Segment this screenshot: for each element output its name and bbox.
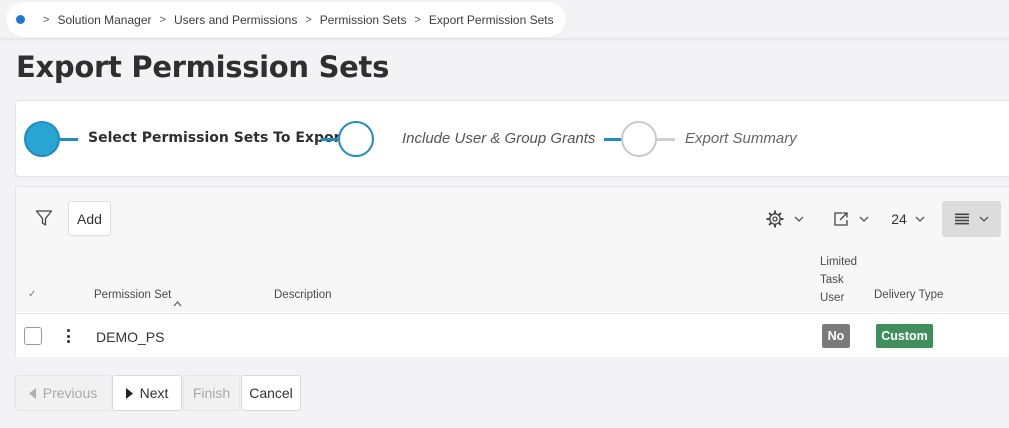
breadcrumb-item-permission-sets[interactable]: Permission Sets — [320, 13, 407, 27]
chevron-right-icon: > — [414, 13, 421, 26]
breadcrumb-item-export-permission-sets: Export Permission Sets — [428, 12, 554, 27]
breadcrumb: > Solution Manager > Users and Permissio… — [6, 2, 566, 37]
select-all-checkmark[interactable]: ✓ — [28, 289, 36, 300]
step-3-label: Export Summary — [685, 130, 797, 147]
row-actions-icon[interactable] — [64, 326, 72, 346]
step-1-connector — [60, 138, 78, 141]
cancel-button[interactable]: Cancel — [241, 375, 301, 411]
settings-menu-button[interactable] — [762, 207, 808, 231]
previous-label: Previous — [42, 385, 98, 401]
view-mode-button[interactable] — [942, 201, 1001, 237]
triangle-left-icon — [28, 387, 36, 399]
permission-sets-report: Add 24 ✓ Permission Set Description Limi… — [15, 186, 1009, 357]
page-title: Export Permission Sets — [16, 50, 390, 84]
delivery-type-badge: Custom — [876, 324, 933, 348]
sort-ascending-icon — [173, 301, 182, 307]
column-header-description[interactable]: Description — [274, 289, 332, 301]
column-header-line: Task — [820, 274, 844, 286]
rows-per-page-value: 24 — [891, 211, 907, 227]
column-header-limited-task-user[interactable]: Limited Task User — [820, 253, 857, 307]
step-2-marker — [338, 121, 374, 157]
row-checkbox[interactable] — [24, 327, 42, 345]
column-header-permission-set[interactable]: Permission Set — [94, 289, 171, 301]
step-2-connector-left — [321, 138, 339, 141]
header-shadow — [0, 38, 1009, 42]
filter-icon[interactable] — [32, 205, 56, 231]
gear-icon — [766, 210, 784, 228]
cell-permission-set: DEMO_PS — [96, 329, 165, 345]
step-2-label: Include User & Group Grants — [402, 130, 596, 147]
breadcrumb-item-users-and-permissions[interactable]: Users and Permissions — [174, 13, 297, 27]
limited-task-user-badge: No — [822, 324, 850, 348]
export-icon — [833, 211, 849, 227]
chevron-down-icon — [979, 216, 989, 222]
wizard-progress: Select Permission Sets To Export Include… — [15, 100, 1009, 177]
column-header-line: User — [820, 292, 845, 304]
table-row: DEMO_PS No Custom — [16, 313, 1009, 357]
add-button[interactable]: Add — [68, 201, 111, 236]
rows-per-page-select[interactable]: 24 — [886, 207, 930, 231]
step-1-label: Select Permission Sets To Export — [88, 130, 348, 146]
export-menu-button[interactable] — [828, 207, 874, 231]
step-1-marker — [24, 121, 60, 157]
breadcrumb-item-solution-manager[interactable]: Solution Manager — [57, 13, 151, 27]
chevron-right-icon: > — [43, 13, 50, 26]
triangle-right-icon — [125, 387, 133, 399]
step-3-connector-right — [657, 138, 675, 141]
previous-button[interactable]: Previous — [15, 375, 111, 411]
chevron-down-icon — [859, 216, 869, 222]
column-header-line: Limited — [820, 256, 858, 268]
next-label: Next — [139, 385, 169, 401]
step-3-marker — [621, 121, 657, 157]
column-header-delivery-type[interactable]: Delivery Type — [874, 289, 943, 301]
list-view-icon — [954, 213, 969, 225]
next-button[interactable]: Next — [112, 375, 182, 411]
step-3-connector-left — [604, 138, 622, 141]
chevron-down-icon — [794, 216, 804, 222]
report-toolbar: Add 24 ✓ Permission Set Description Limi… — [16, 187, 1009, 312]
home-dot-icon[interactable] — [16, 15, 25, 24]
chevron-down-icon — [915, 216, 925, 222]
finish-button[interactable]: Finish — [183, 375, 240, 411]
chevron-right-icon: > — [305, 13, 312, 26]
chevron-right-icon: > — [159, 13, 166, 26]
